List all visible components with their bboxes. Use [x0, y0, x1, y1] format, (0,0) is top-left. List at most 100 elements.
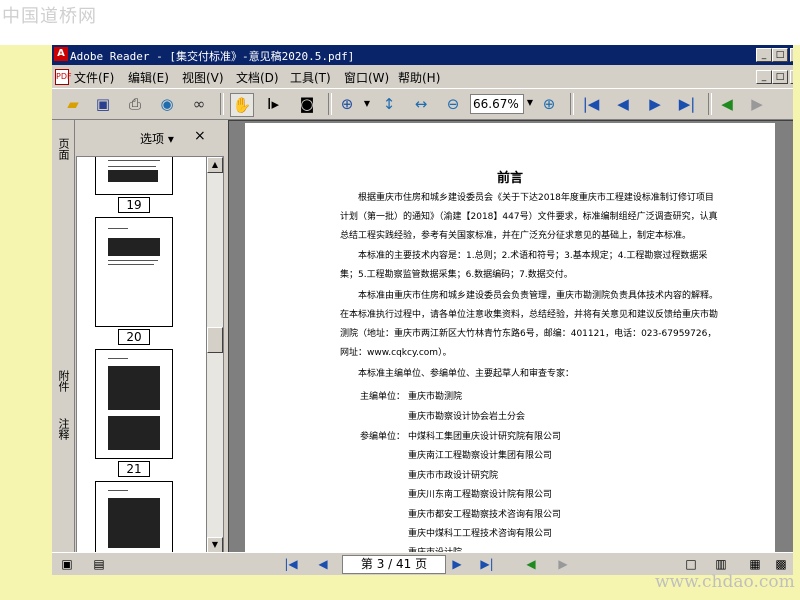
toolbar-separator [328, 93, 332, 115]
toolbar-separator [220, 93, 224, 115]
zoom-dropdown-icon[interactable]: ▼ [524, 94, 536, 112]
zoom-input[interactable]: 66.67% [470, 94, 524, 114]
title-bar[interactable]: A Adobe Reader - [集交付标准》-意见稿2020.5.pdf] … [52, 45, 793, 65]
paragraph: 本标准主编单位、参编单位、主要起草人和审查专家： [358, 369, 575, 379]
page-thumbnail[interactable] [95, 157, 173, 195]
doc-restore-button[interactable]: □ [772, 70, 788, 84]
toolbar: ▰ ▣ ⎙ ◉ ∞ ✋ I▸ ◙ ⊕ ▼ ↕ ↔ ⊖ 66.67% ▼ ⊕ |◀… [52, 88, 793, 120]
scroll-up-icon[interactable]: ▲ [207, 157, 223, 173]
participant-unit: 重庆市都安工程勘察技术咨询有限公司 [408, 510, 562, 520]
window-title: Adobe Reader - [集交付标准》-意见稿2020.5.pdf] [70, 50, 355, 63]
menu-file[interactable]: 文件(F) [74, 69, 114, 86]
thumbnail-label: 21 [118, 461, 150, 477]
thumbnail-label: 19 [118, 197, 150, 213]
first-page-icon[interactable]: |◀ [580, 93, 602, 115]
scroll-down-icon[interactable]: ▼ [207, 537, 223, 553]
scroll-thumb[interactable] [207, 327, 223, 353]
pane-close-icon[interactable]: × [194, 128, 206, 144]
previous-page-icon[interactable]: ◀ [612, 93, 634, 115]
hand-tool-icon[interactable]: ✋ [230, 93, 254, 117]
toolbar-separator [708, 93, 712, 115]
facing-pages-icon[interactable]: ▦ [746, 556, 764, 572]
chief-unit: 重庆市勘测院 [408, 392, 463, 402]
participant-unit: 中煤科工集团重庆设计研究院有限公司 [408, 432, 562, 442]
page-heading: 前言 [496, 171, 523, 186]
frame-left [0, 45, 52, 600]
first-page-icon[interactable]: |◀ [282, 556, 300, 572]
continuous-page-icon[interactable]: ▥ [712, 556, 730, 572]
open-folder-icon[interactable]: ▰ [62, 93, 84, 115]
minimize-button[interactable]: _ [756, 48, 772, 62]
last-page-icon[interactable]: ▶| [676, 93, 698, 115]
close-button[interactable]: × [790, 48, 793, 62]
next-page-icon[interactable]: ▶ [644, 93, 666, 115]
save-icon[interactable]: ▣ [92, 93, 114, 115]
toolbar-separator [570, 93, 574, 115]
zoom-in-icon[interactable]: ⊕ [538, 93, 560, 115]
doc-close-button[interactable]: × [790, 70, 793, 84]
tab-pages[interactable]: 页面 [54, 138, 70, 160]
continuous-facing-icon[interactable]: ▩ [772, 556, 790, 572]
navigation-pane: 页面 附件 注释 选项 ▾ × 19 20 21 ▲ ▼ [52, 120, 224, 554]
participant-unit: 重庆中煤科工工程技术咨询有限公司 [408, 529, 553, 539]
fit-page-icon[interactable]: ↕ [378, 93, 400, 115]
previous-page-icon[interactable]: ◀ [314, 556, 332, 572]
participant-unit: 重庆市市政设计研究院 [408, 471, 499, 481]
zoom-in-tool-icon[interactable]: ⊕ [336, 93, 358, 115]
page-thumbnail[interactable] [95, 349, 173, 459]
frame-right [793, 45, 800, 600]
participant-unit: 重庆川东南工程勘察设计院有限公司 [408, 490, 553, 500]
print-icon[interactable]: ⎙ [124, 93, 146, 115]
nav-tab-strip: 页面 附件 注释 [52, 120, 75, 552]
email-icon[interactable]: ◉ [156, 93, 178, 115]
doc-minimize-button[interactable]: _ [756, 70, 772, 84]
maximize-button[interactable]: □ [772, 48, 788, 62]
watermark-top: 中国道桥网 [2, 6, 97, 27]
go-back-icon[interactable]: ◀ [522, 556, 540, 572]
document-view[interactable]: 前言 根据重庆市住房和城乡建设委员会《关于下达2018年度重庆市工程建设标准制订… [228, 120, 793, 554]
chief-unit: 重庆市勘察设计协会岩土分会 [408, 412, 526, 422]
go-forward-icon[interactable]: ▶ [746, 93, 768, 115]
go-back-icon[interactable]: ◀ [716, 93, 738, 115]
tab-comments[interactable]: 注释 [54, 418, 70, 440]
menu-window[interactable]: 窗口(W) [344, 69, 389, 86]
page-thumbnail[interactable] [95, 481, 173, 553]
options-menu[interactable]: 选项 ▾ [140, 130, 174, 147]
pdf-doc-icon[interactable]: PDF [55, 69, 72, 85]
fit-width-icon[interactable]: ↔ [410, 93, 432, 115]
chief-editor-label: 主编单位： [360, 392, 406, 402]
go-forward-icon[interactable]: ▶ [554, 556, 572, 572]
paragraph: 本标准由重庆市住房和城乡建设委员会负责管理，重庆市勘测院负责具体技术内容的解释。… [340, 291, 719, 358]
paragraph: 本标准的主要技术内容是：1.总则；2.术语和符号；3.基本规定；4.工程勘察过程… [340, 251, 708, 280]
menu-help[interactable]: 帮助(H) [398, 69, 440, 86]
nav-pane-header: 选项 ▾ × [74, 120, 224, 152]
paragraph: 根据重庆市住房和城乡建设委员会《关于下达2018年度重庆市工程建设标准制订修订项… [340, 193, 718, 241]
desktop-top-margin: 中国道桥网 [0, 0, 800, 45]
monitor-icon[interactable]: ▣ [58, 556, 76, 572]
participant-label: 参编单位： [360, 432, 406, 442]
snapshot-camera-icon[interactable]: ◙ [296, 93, 318, 115]
page-thumbnail[interactable] [95, 217, 173, 327]
menu-view[interactable]: 视图(V) [182, 69, 224, 86]
pdf-page: 前言 根据重庆市住房和城乡建设委员会《关于下达2018年度重庆市工程建设标准制订… [245, 123, 775, 553]
adobe-reader-window: A Adobe Reader - [集交付标准》-意见稿2020.5.pdf] … [52, 45, 793, 575]
tab-attachments[interactable]: 附件 [54, 370, 70, 392]
participant-unit: 重庆南江工程勘察设计集团有限公司 [408, 451, 553, 461]
menu-document[interactable]: 文档(D) [236, 69, 279, 86]
thumbnail-label: 20 [118, 329, 150, 345]
zoom-out-icon[interactable]: ⊖ [442, 93, 464, 115]
search-binoculars-icon[interactable]: ∞ [188, 93, 210, 115]
menu-bar: PDF 文件(F) 编辑(E) 视图(V) 文档(D) 工具(T) 窗口(W) … [52, 66, 793, 86]
menu-edit[interactable]: 编辑(E) [128, 69, 169, 86]
page-number-input[interactable]: 第 3 / 41 页 [342, 555, 446, 574]
watermark-bottom: www.chdao.com [655, 572, 795, 592]
thumbnail-list: 19 20 21 [76, 156, 208, 554]
menu-tools[interactable]: 工具(T) [290, 69, 331, 86]
single-page-icon[interactable]: □ [682, 556, 700, 572]
next-page-icon[interactable]: ▶ [448, 556, 466, 572]
last-page-icon[interactable]: ▶| [478, 556, 496, 572]
thumbnail-scrollbar[interactable]: ▲ ▼ [206, 156, 224, 554]
chevron-down-icon[interactable]: ▼ [356, 93, 378, 115]
select-text-icon[interactable]: I▸ [262, 93, 284, 115]
page-layout-icon[interactable]: ▤ [90, 556, 108, 572]
